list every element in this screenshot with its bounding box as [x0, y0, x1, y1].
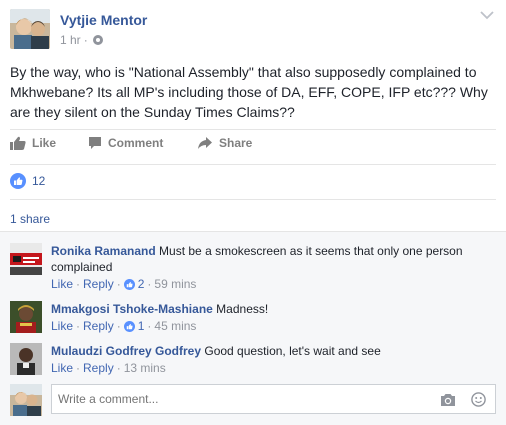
meta-separator: · [83, 33, 88, 47]
comment-reply-link[interactable]: Reply [83, 360, 114, 376]
chevron-down-icon[interactable] [480, 10, 494, 20]
dot-separator: · [147, 277, 152, 291]
post-time[interactable]: 1 hr [60, 33, 81, 47]
comment-author[interactable]: Ronika Ramanand [51, 244, 156, 258]
commenter-avatar[interactable] [10, 301, 42, 333]
comment-text: Good question, let's wait and see [204, 344, 381, 358]
comments-section: Ronika Ramanand Must be a smokescreen as… [0, 231, 506, 425]
post-text: By the way, who is "National Assembly" t… [10, 64, 488, 120]
shares-count[interactable]: 1 share [10, 212, 50, 226]
comment-icon [89, 137, 101, 149]
comment-author[interactable]: Mmakgosi Tshoke-Mashiane [51, 302, 213, 316]
divider [10, 164, 496, 165]
comment-time[interactable]: 45 mins [154, 318, 196, 334]
divider [10, 129, 496, 130]
comment-button-label: Comment [108, 136, 164, 150]
emoji-icon[interactable] [471, 392, 486, 407]
dot-separator: · [116, 361, 121, 375]
author-avatar[interactable] [10, 9, 50, 49]
reactions-count: 12 [32, 174, 46, 188]
dot-separator: · [76, 319, 81, 333]
commenter-avatar[interactable] [10, 343, 42, 375]
reactions-summary[interactable]: 12 [10, 173, 45, 189]
dot-separator: · [116, 277, 121, 291]
comment-like-link[interactable]: Like [51, 360, 73, 376]
current-user-avatar [10, 384, 42, 416]
divider [10, 199, 496, 200]
post-author-name[interactable]: Vytjie Mentor [60, 12, 147, 28]
comment-composer [0, 381, 506, 417]
comment-button[interactable]: Comment [88, 136, 163, 150]
comment-reply-link[interactable]: Reply [83, 318, 114, 334]
like-button-label: Like [32, 136, 57, 150]
comment-like-link[interactable]: Like [51, 318, 73, 334]
post-header: Vytjie Mentor 1 hr · [0, 0, 506, 56]
comment-body: Ronika Ramanand Must be a smokescreen as… [51, 243, 491, 292]
like-badge-icon [10, 173, 26, 189]
dot-separator: · [76, 361, 81, 375]
comment-body: Mulaudzi Godfrey Godfrey Good question, … [51, 343, 491, 376]
share-button-label: Share [219, 136, 253, 150]
like-badge-icon [123, 278, 135, 290]
comment-time[interactable]: 13 mins [124, 360, 166, 376]
post-meta: 1 hr · [60, 33, 103, 47]
dot-separator: · [116, 319, 121, 333]
dot-separator: · [76, 277, 81, 291]
comment-text: Madness! [216, 302, 269, 316]
like-icon [10, 136, 26, 150]
dot-separator: · [147, 319, 152, 333]
comment-like-count[interactable]: 1 [138, 318, 145, 334]
share-button[interactable]: Share [197, 136, 252, 150]
comment-actions: Like · Reply · 13 mins [51, 360, 491, 376]
globe-icon [92, 35, 103, 45]
comment-reply-link[interactable]: Reply [83, 276, 114, 292]
share-icon [198, 137, 212, 149]
commenter-avatar[interactable] [10, 243, 42, 275]
post-action-bar: Like Comment Share [0, 136, 506, 158]
comment-like-link[interactable]: Like [51, 276, 73, 292]
comment-author[interactable]: Mulaudzi Godfrey Godfrey [51, 344, 201, 358]
comment-time[interactable]: 59 mins [154, 276, 196, 292]
divider [0, 231, 506, 232]
comment-like-count[interactable]: 2 [138, 276, 145, 292]
comment-body: Mmakgosi Tshoke-Mashiane Madness! Like ·… [51, 301, 491, 334]
comment-actions: Like · Reply · 2 · 59 mins [51, 276, 491, 292]
comment-input[interactable] [51, 384, 496, 414]
camera-icon[interactable] [440, 393, 456, 407]
like-badge-icon [123, 320, 135, 332]
like-button[interactable]: Like [10, 136, 56, 150]
comment-actions: Like · Reply · 1 · 45 mins [51, 318, 491, 334]
